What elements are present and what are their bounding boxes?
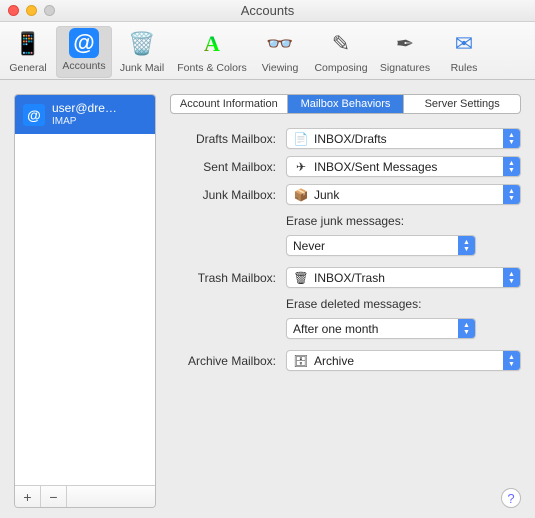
add-account-button[interactable]: + — [15, 486, 41, 507]
tab-server-settings[interactable]: Server Settings — [404, 95, 520, 113]
toolbar-label: Composing — [314, 62, 367, 74]
glasses-icon: 👓 — [264, 28, 296, 60]
junk-icon: 📦 — [293, 187, 309, 203]
toolbar-label: Fonts & Colors — [177, 62, 246, 74]
archive-label: Archive Mailbox: — [176, 354, 276, 368]
toolbar-rules[interactable]: ✉︎ Rules — [436, 26, 492, 78]
at-icon: @ — [69, 28, 99, 58]
erase-deleted-label: Erase deleted messages: — [286, 297, 521, 311]
toolbar-viewing[interactable]: 👓 Viewing — [252, 26, 308, 78]
drafts-mailbox-select[interactable]: 📄 INBOX/Drafts — [286, 128, 521, 149]
tab-mailbox-behaviors[interactable]: Mailbox Behaviors — [288, 95, 405, 113]
titlebar: Accounts — [0, 0, 535, 22]
trash-label: Trash Mailbox: — [176, 271, 276, 285]
chevron-updown-icon — [458, 236, 475, 255]
at-icon: @ — [23, 104, 45, 126]
erase-deleted-select[interactable]: After one month — [286, 318, 476, 339]
archive-mailbox-select[interactable]: 🗄 Archive — [286, 350, 521, 371]
account-subtitle: IMAP — [52, 116, 117, 128]
chevron-updown-icon — [503, 268, 520, 287]
erase-junk-value: Never — [293, 239, 325, 253]
accounts-sidebar: @ user@dre… IMAP + − — [14, 94, 156, 508]
accounts-list[interactable]: @ user@dre… IMAP — [15, 95, 155, 485]
compose-icon: ✎ — [325, 28, 357, 60]
device-icon: 📱 — [12, 28, 44, 60]
toolbar-label: Rules — [451, 62, 478, 74]
toolbar-signatures[interactable]: ✒︎ Signatures — [374, 26, 436, 78]
toolbar-label: Viewing — [262, 62, 299, 74]
sent-value: INBOX/Sent Messages — [314, 160, 437, 174]
signature-icon: ✒︎ — [389, 28, 421, 60]
junk-mailbox-select[interactable]: 📦 Junk — [286, 184, 521, 205]
drafts-label: Drafts Mailbox: — [176, 132, 276, 146]
tab-account-information[interactable]: Account Information — [171, 95, 288, 113]
account-row[interactable]: @ user@dre… IMAP — [15, 95, 155, 134]
sent-mailbox-select[interactable]: ✈︎ INBOX/Sent Messages — [286, 156, 521, 177]
trash-icon: 🗑 — [293, 270, 309, 286]
archive-icon: 🗄 — [293, 353, 309, 369]
toolbar-label: Accounts — [62, 60, 105, 72]
trash-icon: 🗑️ — [126, 28, 158, 60]
archive-value: Archive — [314, 354, 354, 368]
junk-label: Junk Mailbox: — [176, 188, 276, 202]
toolbar-label: Signatures — [380, 62, 430, 74]
trash-value: INBOX/Trash — [314, 271, 385, 285]
settings-tabs: Account Information Mailbox Behaviors Se… — [170, 94, 521, 114]
sent-icon: ✈︎ — [293, 159, 309, 175]
fonts-icon: A — [196, 28, 228, 60]
sidebar-footer-spacer — [67, 486, 155, 507]
chevron-updown-icon — [503, 351, 520, 370]
trash-mailbox-select[interactable]: 🗑 INBOX/Trash — [286, 267, 521, 288]
drafts-icon: 📄 — [293, 131, 309, 147]
preferences-toolbar: 📱 General @ Accounts 🗑️ Junk Mail A Font… — [0, 22, 535, 80]
account-name: user@dre… — [52, 102, 117, 116]
chevron-updown-icon — [458, 319, 475, 338]
toolbar-fonts-colors[interactable]: A Fonts & Colors — [172, 26, 252, 78]
sent-label: Sent Mailbox: — [176, 160, 276, 174]
toolbar-general[interactable]: 📱 General — [0, 26, 56, 78]
erase-deleted-value: After one month — [293, 322, 378, 336]
junk-value: Junk — [314, 188, 339, 202]
chevron-updown-icon — [503, 185, 520, 204]
remove-account-button[interactable]: − — [41, 486, 67, 507]
chevron-updown-icon — [503, 129, 520, 148]
window-title: Accounts — [0, 3, 535, 18]
chevron-updown-icon — [503, 157, 520, 176]
toolbar-accounts[interactable]: @ Accounts — [56, 26, 112, 78]
toolbar-composing[interactable]: ✎ Composing — [308, 26, 374, 78]
help-button[interactable]: ? — [501, 488, 521, 508]
rules-icon: ✉︎ — [448, 28, 480, 60]
toolbar-label: Junk Mail — [120, 62, 164, 74]
toolbar-label: General — [9, 62, 46, 74]
erase-junk-label: Erase junk messages: — [286, 214, 521, 228]
mailbox-behaviors-form: Drafts Mailbox: 📄 INBOX/Drafts Sent Mail… — [170, 128, 521, 371]
drafts-value: INBOX/Drafts — [314, 132, 387, 146]
erase-junk-select[interactable]: Never — [286, 235, 476, 256]
toolbar-junk-mail[interactable]: 🗑️ Junk Mail — [112, 26, 172, 78]
